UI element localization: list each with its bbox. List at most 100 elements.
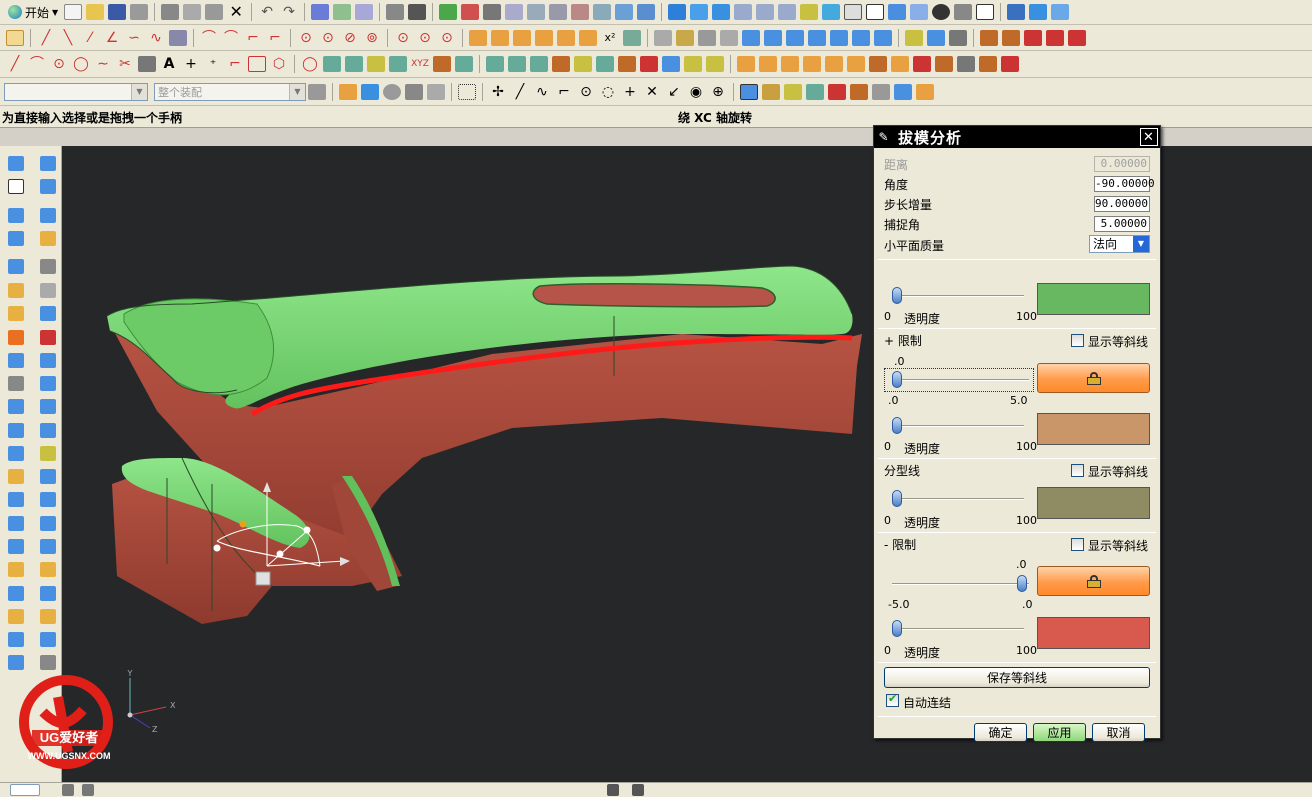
surface-offset-icon[interactable] xyxy=(552,56,570,72)
snap-point-icon[interactable]: ⊙ xyxy=(438,30,456,46)
view-right-icon[interactable] xyxy=(756,4,775,20)
surface-patch-icon[interactable] xyxy=(662,56,680,72)
snap-control-point-icon[interactable]: ⌐ xyxy=(555,84,573,100)
surface-extend-icon[interactable] xyxy=(596,56,614,72)
extrude-icon[interactable] xyxy=(742,29,760,46)
undo-select-icon[interactable] xyxy=(361,83,379,100)
machine-icon[interactable] xyxy=(8,376,24,391)
neg-transparency-slider[interactable] xyxy=(892,619,1024,639)
sketch-line-icon[interactable]: ╱ xyxy=(6,56,24,72)
surface-bounded-icon[interactable] xyxy=(706,56,724,72)
section-analysis-icon[interactable] xyxy=(957,56,975,72)
rotate-handle-x[interactable] xyxy=(213,544,221,552)
snap-control-icon[interactable] xyxy=(513,29,531,46)
selection-filter-icon[interactable] xyxy=(339,83,357,100)
perspective-icon[interactable] xyxy=(571,4,590,20)
refresh-icon[interactable] xyxy=(439,4,458,20)
point-plus-icon[interactable]: + xyxy=(182,56,200,72)
note-icon[interactable] xyxy=(40,539,56,554)
wcs-icon[interactable] xyxy=(1007,4,1026,20)
cylinder-tool-icon[interactable] xyxy=(40,516,56,531)
part-family-icon[interactable] xyxy=(8,562,24,577)
save-isoclines-button[interactable]: 保存等斜线 xyxy=(884,667,1150,688)
layer-visible-icon[interactable] xyxy=(82,784,94,796)
line-tangent-icon[interactable]: ⁄ xyxy=(81,30,99,46)
face-curvature-icon[interactable] xyxy=(737,56,755,72)
palette-icon[interactable] xyxy=(8,330,24,345)
zoom-icon[interactable] xyxy=(483,4,502,20)
face-draft-icon[interactable] xyxy=(825,56,843,72)
snap-intersect-icon[interactable] xyxy=(535,29,553,46)
surface-sew-icon[interactable] xyxy=(618,56,636,72)
feature-select-icon[interactable] xyxy=(383,83,401,100)
sketch-circle-icon[interactable]: ⊙ xyxy=(50,56,68,72)
snap-end-point-icon[interactable]: ╱ xyxy=(511,84,529,100)
constraint-nav-icon[interactable] xyxy=(40,156,56,171)
text-icon[interactable]: A xyxy=(160,56,178,72)
trim-body-icon[interactable] xyxy=(980,29,998,46)
constraint-icon[interactable] xyxy=(623,29,641,46)
display-icon[interactable] xyxy=(355,4,374,20)
paste-icon[interactable] xyxy=(205,4,224,20)
orient-icon[interactable] xyxy=(1029,4,1048,20)
shaded-icon[interactable] xyxy=(668,4,687,20)
parting-color-swatch[interactable] xyxy=(1037,487,1150,519)
start-menu-button[interactable]: 开始 ▼ xyxy=(4,2,62,22)
ellipse-icon[interactable]: ◯ xyxy=(301,56,319,72)
subtract-icon[interactable] xyxy=(927,29,945,46)
rect-select-icon[interactable] xyxy=(458,83,476,100)
sketch-spline-icon[interactable]: ∼ xyxy=(94,56,112,72)
copy-icon[interactable] xyxy=(183,4,202,20)
layer-icon[interactable] xyxy=(954,4,973,20)
select-wire-icon[interactable] xyxy=(762,83,780,100)
pos-limit-transparency-slider[interactable] xyxy=(892,416,1024,436)
drawing-icon[interactable] xyxy=(40,469,56,484)
chamfer-curve-icon[interactable]: ⌐ xyxy=(266,30,284,46)
snap-quadrant-icon[interactable] xyxy=(579,29,597,46)
restore-icon[interactable] xyxy=(593,4,612,20)
view-top-icon[interactable] xyxy=(712,4,731,20)
intersect-icon[interactable] xyxy=(949,29,967,46)
redo-icon[interactable]: ↷ xyxy=(280,4,298,20)
snap-mid-icon[interactable] xyxy=(491,29,509,46)
facet-quality-select[interactable]: 法向 ▼ xyxy=(1089,235,1150,253)
wireframe-icon[interactable] xyxy=(844,4,863,20)
negative-color-swatch[interactable] xyxy=(1037,617,1150,649)
library-icon[interactable] xyxy=(8,539,24,554)
angle-field[interactable]: -90.00000 xyxy=(1094,176,1155,192)
material-icon[interactable] xyxy=(800,4,819,20)
assembly-nav-icon[interactable] xyxy=(8,156,24,171)
sketch-ellipse-icon[interactable]: ◯ xyxy=(72,56,90,72)
history-icon[interactable] xyxy=(8,208,24,223)
new-file-icon[interactable] xyxy=(64,4,83,20)
spline-icon[interactable]: ∽ xyxy=(125,30,143,46)
reuse-icon[interactable] xyxy=(8,469,24,484)
surface-sweep-icon[interactable] xyxy=(530,56,548,72)
hl-line-icon[interactable] xyxy=(935,56,953,72)
highlight-icon[interactable] xyxy=(740,83,758,100)
distance-field[interactable]: 0.00000 xyxy=(1094,156,1150,172)
drafting-icon[interactable] xyxy=(8,609,24,624)
offset-curve-icon[interactable] xyxy=(323,56,341,72)
neg-limit-isocline-checkbox[interactable] xyxy=(1071,538,1084,551)
wizard-icon[interactable] xyxy=(40,231,56,246)
shading-icon[interactable] xyxy=(822,4,841,20)
snap-angle-field[interactable]: 5.00000 xyxy=(1094,216,1150,232)
hidden-edges-icon[interactable] xyxy=(866,4,885,20)
zoom-in-out-icon[interactable] xyxy=(505,4,524,20)
rotate-handle-z[interactable] xyxy=(276,550,284,558)
view-front-icon[interactable] xyxy=(690,4,709,20)
face-slope-icon[interactable] xyxy=(781,56,799,72)
gate-icon[interactable] xyxy=(40,376,56,391)
layer-settings-icon[interactable] xyxy=(62,784,74,796)
book-icon[interactable] xyxy=(8,423,24,438)
circle-icon[interactable]: ⊙ xyxy=(297,30,315,46)
motion-icon[interactable] xyxy=(8,655,24,670)
project-curve-icon[interactable] xyxy=(367,56,385,72)
surface-blend-icon[interactable] xyxy=(640,56,658,72)
fixture-icon[interactable] xyxy=(40,208,56,223)
type-filter-combo[interactable]: ▼ xyxy=(4,82,148,101)
scale-handle[interactable] xyxy=(255,571,271,586)
binoculars-icon[interactable] xyxy=(408,4,427,20)
sketch-arc-icon[interactable]: ⌒ xyxy=(28,56,46,72)
